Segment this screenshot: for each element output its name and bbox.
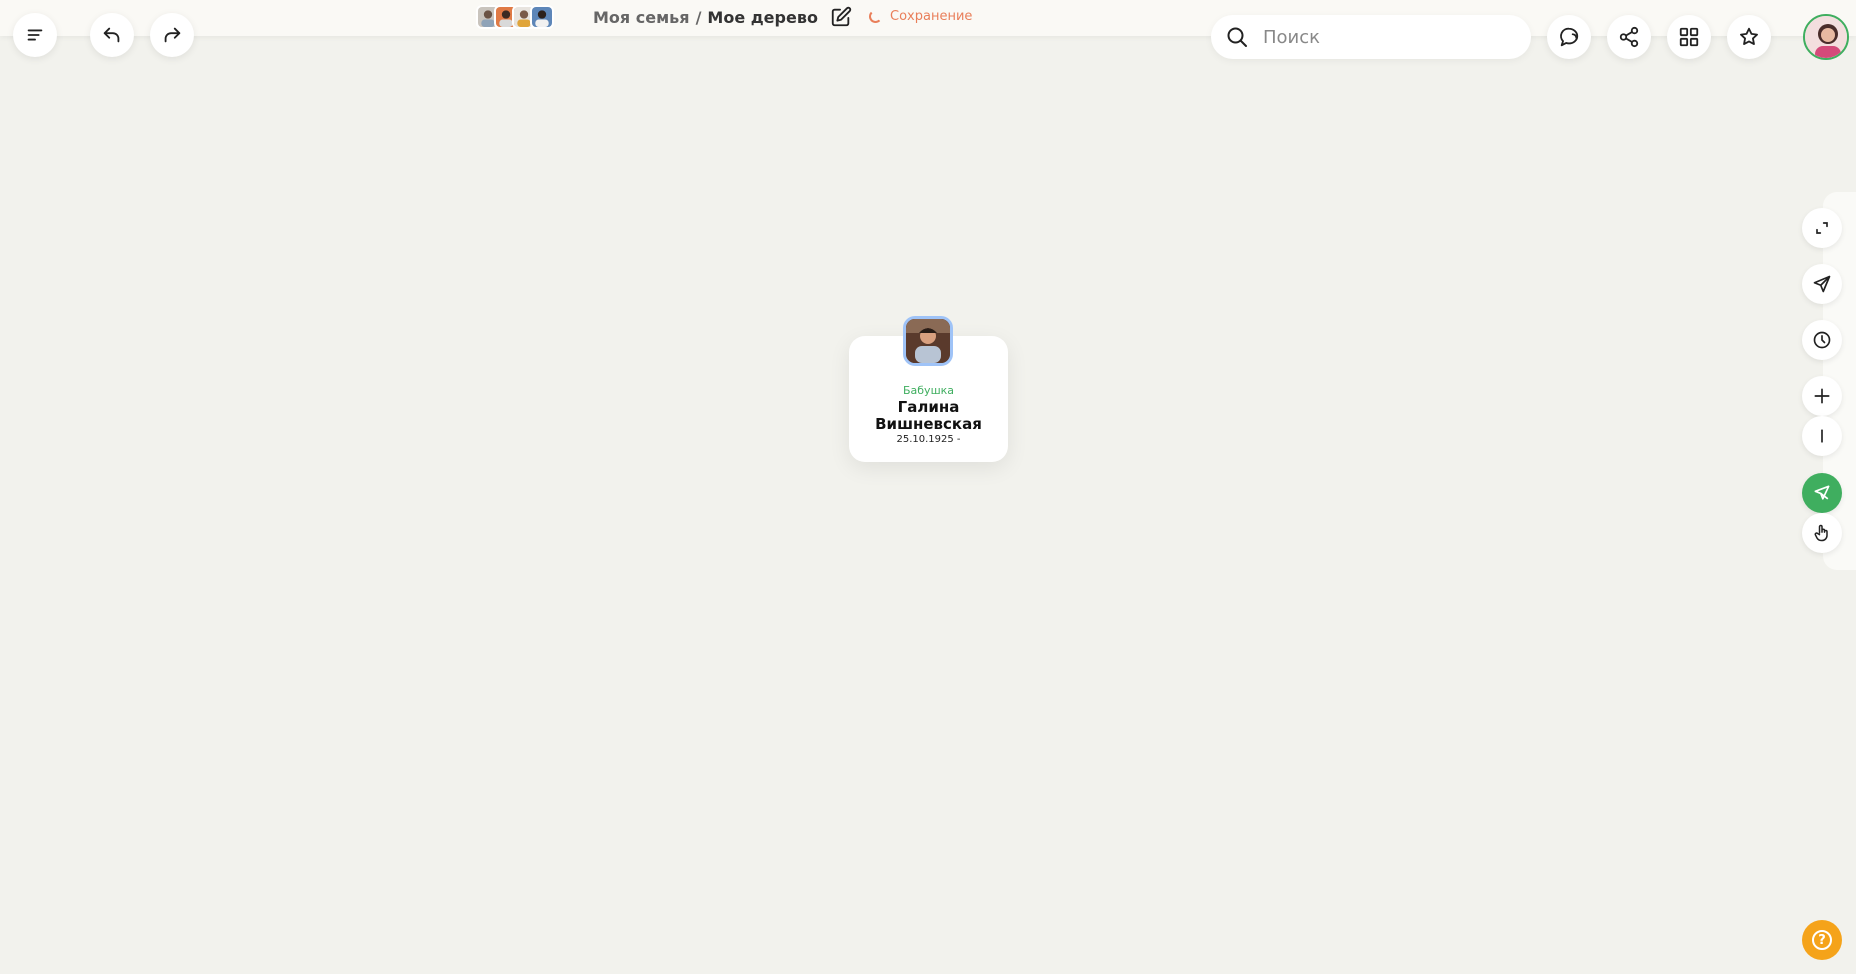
chat-button[interactable] — [1547, 15, 1591, 59]
menu-button[interactable] — [13, 13, 57, 57]
star-icon — [1740, 27, 1758, 45]
person-photo-image — [906, 319, 950, 363]
favorites-button[interactable] — [1727, 15, 1771, 59]
search-input[interactable] — [1263, 26, 1503, 48]
edit-icon[interactable] — [830, 6, 852, 28]
person-dates: 25.10.1925 - — [896, 434, 961, 445]
share-icon — [1619, 26, 1639, 48]
redo-icon — [164, 27, 181, 43]
fit-screen-icon — [1816, 222, 1828, 234]
profile-avatar[interactable] — [1803, 14, 1849, 60]
undo-button[interactable] — [90, 13, 134, 57]
send-button[interactable] — [1802, 264, 1842, 304]
grid-icon — [1679, 27, 1699, 47]
loading-spinner-icon — [869, 10, 882, 23]
help-icon: ? — [1812, 930, 1832, 950]
history-icon — [1813, 331, 1831, 349]
user-avatar-image — [1805, 16, 1847, 58]
collaborator-avatar — [530, 5, 554, 29]
history-button[interactable] — [1802, 320, 1842, 360]
pan-tool-button[interactable] — [1802, 513, 1842, 553]
saving-label: Сохранение — [890, 9, 973, 24]
person-role: Бабушка — [902, 384, 955, 397]
select-tool-button[interactable] — [1802, 473, 1842, 513]
zoom-in-icon — [1814, 388, 1830, 404]
zoom-out-button[interactable] — [1802, 416, 1842, 456]
search-icon — [1227, 27, 1247, 47]
chat-icon — [1560, 27, 1579, 47]
person-photo[interactable] — [903, 316, 953, 366]
breadcrumb: Моя семья / Мое дерево — [593, 6, 852, 28]
breadcrumb-tree: Мое дерево — [707, 7, 818, 27]
redo-button[interactable] — [150, 13, 194, 57]
zoom-in-button[interactable] — [1802, 376, 1842, 416]
person-name: Галина Вишневская — [875, 398, 982, 433]
share-button[interactable] — [1607, 15, 1651, 59]
breadcrumb-separator: / — [695, 7, 702, 27]
fit-screen-button[interactable] — [1802, 208, 1842, 248]
menu-icon — [27, 29, 43, 41]
hand-pan-icon — [1814, 524, 1828, 542]
search-box[interactable] — [1211, 15, 1531, 59]
saving-status: Сохранение — [869, 9, 972, 24]
collaborators-avatars[interactable] — [476, 5, 554, 29]
send-icon — [1813, 275, 1831, 293]
breadcrumb-family[interactable]: Моя семья — [593, 8, 690, 27]
zoom-out-icon — [1821, 429, 1823, 443]
apps-button[interactable] — [1667, 15, 1711, 59]
select-cursor-icon — [1814, 485, 1830, 500]
help-button[interactable]: ? — [1802, 920, 1842, 960]
undo-icon — [103, 27, 120, 43]
